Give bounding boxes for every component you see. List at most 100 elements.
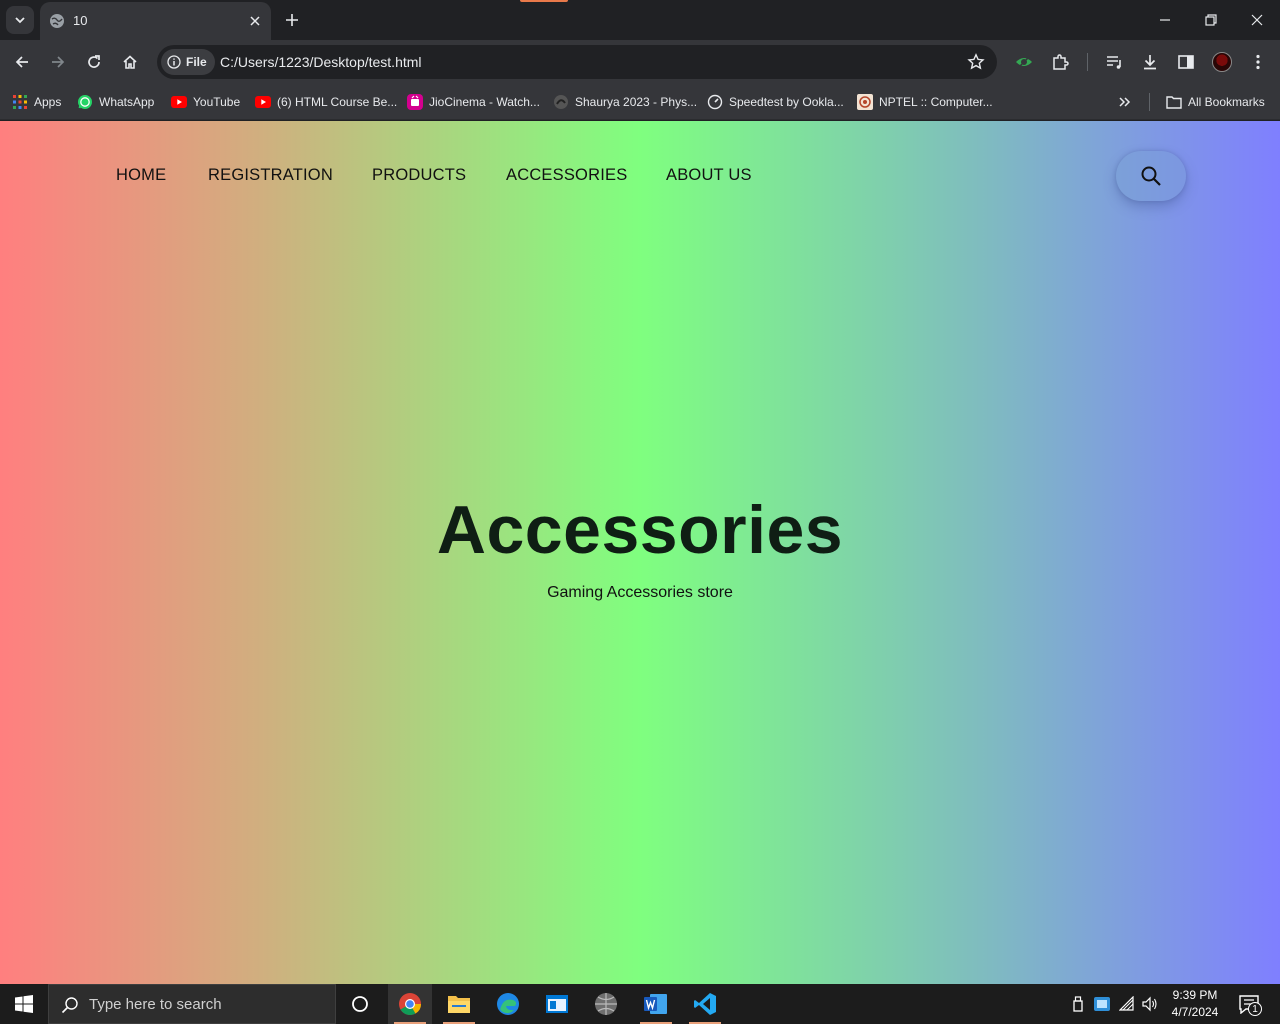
nptel-icon xyxy=(857,94,873,110)
all-bookmarks-label: All Bookmarks xyxy=(1188,95,1265,109)
bookmark-speedtest[interactable]: Speedtest by Ookla... xyxy=(707,92,844,112)
nav-about-us[interactable]: ABOUT US xyxy=(666,166,752,185)
taskbar-edge[interactable] xyxy=(486,984,530,1024)
clock-time: 9:39 PM xyxy=(1172,988,1218,1002)
bookmark-apps[interactable]: Apps xyxy=(12,92,61,112)
minimize-icon[interactable] xyxy=(1153,8,1177,32)
whatsapp-icon xyxy=(77,94,93,110)
search-icon xyxy=(1141,166,1161,186)
bookmark-label: Shaurya 2023 - Phys... xyxy=(575,95,698,109)
word-icon xyxy=(644,994,667,1014)
search-button[interactable] xyxy=(1116,151,1186,201)
app-window-icon xyxy=(546,995,568,1013)
globe-icon xyxy=(595,993,617,1015)
windows-start-button[interactable] xyxy=(0,984,48,1024)
folder-icon xyxy=(448,996,470,1013)
notification-count-badge: 1 xyxy=(1248,1002,1262,1016)
bookmark-youtube[interactable]: YouTube xyxy=(171,92,240,112)
clock-date: 4/7/2024 xyxy=(1171,1005,1219,1019)
bookmarks-bar: Apps WhatsApp YouTube (6) HTML Course Be… xyxy=(0,84,1280,120)
taskbar-vscode[interactable] xyxy=(683,984,727,1024)
vscode-icon xyxy=(694,993,716,1015)
bookmark-label: WhatsApp xyxy=(99,95,155,109)
close-tab-icon[interactable] xyxy=(247,13,263,29)
windows-logo-icon xyxy=(15,995,33,1013)
windows-taskbar: Type here to search 9:39 PM 4/7/2024 1 xyxy=(0,984,1280,1024)
media-controls-icon[interactable] xyxy=(1102,50,1126,74)
toolbar-separator xyxy=(1087,53,1088,71)
side-panel-icon[interactable] xyxy=(1174,50,1198,74)
apps-grid-icon xyxy=(12,94,28,110)
profile-avatar[interactable] xyxy=(1212,52,1232,72)
bookmarks-separator xyxy=(1149,93,1150,111)
more-menu-icon[interactable] xyxy=(1246,50,1270,74)
jiocinema-icon xyxy=(407,94,423,110)
web-page: HOME REGISTRATION PRODUCTS ACCESSORIES A… xyxy=(0,121,1280,984)
taskbar-search-box[interactable]: Type here to search xyxy=(48,984,336,1024)
folder-icon xyxy=(1166,94,1182,110)
new-tab-plus-icon[interactable] xyxy=(281,9,303,31)
reload-icon[interactable] xyxy=(82,50,106,74)
taskbar-file-explorer[interactable] xyxy=(437,984,481,1024)
site-chip-label: File xyxy=(186,55,207,69)
url-text[interactable]: C:/Users/1223/Desktop/test.html xyxy=(220,54,422,70)
speedtest-icon xyxy=(707,94,723,110)
nav-accessories[interactable]: ACCESSORIES xyxy=(506,166,627,185)
browser-toolbar: File C:/Users/1223/Desktop/test.html xyxy=(0,40,1280,84)
youtube-icon xyxy=(171,94,187,110)
taskbar-chrome[interactable] xyxy=(388,984,432,1024)
nav-home[interactable]: HOME xyxy=(116,166,166,185)
forward-arrow-icon[interactable] xyxy=(46,50,70,74)
tab-title: 10 xyxy=(73,13,88,28)
extensions-puzzle-icon[interactable] xyxy=(1048,50,1072,74)
search-icon xyxy=(61,997,78,1014)
bookmark-star-icon[interactable] xyxy=(967,53,985,71)
page-title: Accessories xyxy=(436,492,844,568)
bookmark-jiocinema[interactable]: JioCinema - Watch... xyxy=(407,92,540,112)
taskbar-word[interactable] xyxy=(634,984,678,1024)
cortana-icon[interactable] xyxy=(338,984,382,1024)
chrome-icon xyxy=(399,993,421,1015)
home-icon[interactable] xyxy=(118,50,142,74)
bookmark-label: (6) HTML Course Be... xyxy=(277,95,398,109)
bookmarks-overflow-chevron-icon[interactable] xyxy=(1118,92,1132,112)
taskbar-clock[interactable]: 9:39 PM 4/7/2024 xyxy=(1166,987,1224,1021)
usb-icon[interactable] xyxy=(1070,996,1086,1012)
tab-strip: 10 xyxy=(0,0,1280,40)
nav-products[interactable]: PRODUCTS xyxy=(372,166,466,185)
close-window-icon[interactable] xyxy=(1245,8,1269,32)
download-icon[interactable] xyxy=(1138,50,1162,74)
bookmark-nptel[interactable]: NPTEL :: Computer... xyxy=(857,92,993,112)
bookmark-label: JioCinema - Watch... xyxy=(429,95,540,109)
info-icon xyxy=(167,55,181,69)
taskbar-search-placeholder: Type here to search xyxy=(89,996,222,1013)
nav-registration[interactable]: REGISTRATION xyxy=(208,166,333,185)
site-info-chip[interactable]: File xyxy=(161,49,215,75)
address-bar[interactable]: File C:/Users/1223/Desktop/test.html xyxy=(157,45,997,79)
media-indicator xyxy=(520,0,568,2)
bookmark-html-course[interactable]: (6) HTML Course Be... xyxy=(255,92,397,112)
tray-app-icon[interactable] xyxy=(1094,996,1110,1012)
all-bookmarks[interactable]: All Bookmarks xyxy=(1166,92,1265,112)
bookmark-shaurya[interactable]: Shaurya 2023 - Phys... xyxy=(553,92,697,112)
volume-icon[interactable] xyxy=(1142,996,1158,1012)
taskbar-window-app[interactable] xyxy=(535,984,579,1024)
bookmark-whatsapp[interactable]: WhatsApp xyxy=(77,92,154,112)
network-icon[interactable] xyxy=(1119,996,1135,1012)
bookmark-label: Apps xyxy=(34,95,62,109)
tab-search-button[interactable] xyxy=(6,6,34,34)
globe-icon xyxy=(50,14,64,28)
page-subtitle: Gaming Accessories store xyxy=(547,584,733,601)
restore-icon[interactable] xyxy=(1199,8,1223,32)
bookmark-label: YouTube xyxy=(193,95,241,109)
browser-tab[interactable]: 10 xyxy=(40,2,271,40)
back-arrow-icon[interactable] xyxy=(10,50,34,74)
shaurya-icon xyxy=(553,94,569,110)
bookmark-label: NPTEL :: Computer... xyxy=(879,95,993,109)
edge-icon xyxy=(497,993,519,1015)
taskbar-globe-app[interactable] xyxy=(584,984,628,1024)
chevron-down-icon xyxy=(15,17,25,24)
bookmark-label: Speedtest by Ookla... xyxy=(729,95,844,109)
youtube-icon xyxy=(255,94,271,110)
extension-eye-icon[interactable] xyxy=(1012,50,1036,74)
